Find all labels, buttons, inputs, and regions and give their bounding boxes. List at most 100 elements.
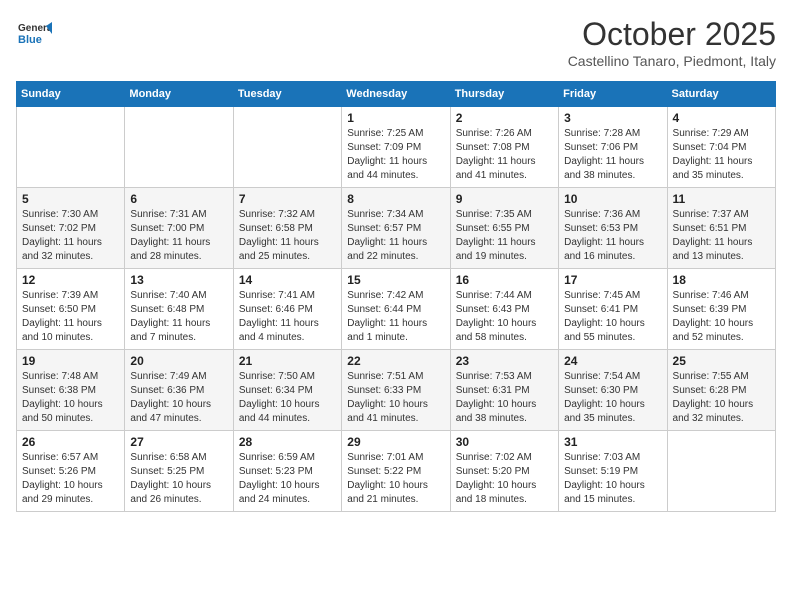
calendar-cell: 1Sunrise: 7:25 AMSunset: 7:09 PMDaylight…: [342, 107, 450, 188]
weekday-header-friday: Friday: [559, 82, 667, 107]
day-info: Sunrise: 7:46 AMSunset: 6:39 PMDaylight:…: [673, 289, 770, 345]
day-number: 29: [347, 435, 444, 449]
calendar-cell: 28 Sunrise: 6:59 AMSunset: 5:23 PMDayligh…: [233, 431, 341, 512]
day-info: Sunrise: 7:02 AMSunset: 5:20 PMDaylight:…: [456, 451, 553, 507]
day-info: Sunrise: 6:58 AMSunset: 5:25 PMDaylight:…: [130, 451, 227, 507]
day-info: Sunrise: 7:44 AMSunset: 6:43 PMDaylight:…: [456, 289, 553, 345]
day-number: 7: [239, 192, 336, 206]
day-number: 19: [22, 354, 119, 368]
calendar-cell: 30 Sunrise: 7:02 AMSunset: 5:20 PMDayligh…: [450, 431, 558, 512]
day-number: 13: [130, 273, 227, 287]
calendar-cell: 11 Sunrise: 7:37 AMSunset: 6:51 PMDayligh…: [667, 188, 775, 269]
day-number: 25: [673, 354, 770, 368]
calendar-cell: 8 Sunrise: 7:34 AMSunset: 6:57 PMDaylight…: [342, 188, 450, 269]
week-row-2: 5Sunrise: 7:30 AMSunset: 7:02 PMDaylight…: [17, 188, 776, 269]
day-number: 23: [456, 354, 553, 368]
day-info: Sunrise: 7:48 AMSunset: 6:38 PMDaylight:…: [22, 370, 119, 426]
calendar-cell: 4Sunrise: 7:29 AMSunset: 7:04 PMDaylight…: [667, 107, 775, 188]
calendar-cell: [233, 107, 341, 188]
title-area: October 2025 Castellino Tanaro, Piedmont…: [568, 16, 776, 69]
day-info: Sunrise: 6:59 AMSunset: 5:23 PMDaylight:…: [239, 451, 336, 507]
calendar-cell: 20 Sunrise: 7:49 AMSunset: 6:36 PMDayligh…: [125, 350, 233, 431]
calendar-cell: 12 Sunrise: 7:39 AMSunset: 6:50 PMDayligh…: [17, 269, 125, 350]
logo-svg: General Blue: [16, 16, 52, 52]
calendar-cell: 7 Sunrise: 7:32 AMSunset: 6:58 PMDaylight…: [233, 188, 341, 269]
calendar-cell: 26 Sunrise: 6:57 AMSunset: 5:26 PMDayligh…: [17, 431, 125, 512]
week-row-4: 19 Sunrise: 7:48 AMSunset: 6:38 PMDayligh…: [17, 350, 776, 431]
day-info: Sunrise: 7:37 AMSunset: 6:51 PMDaylight:…: [673, 208, 770, 264]
week-row-5: 26 Sunrise: 6:57 AMSunset: 5:26 PMDayligh…: [17, 431, 776, 512]
day-number: 6: [130, 192, 227, 206]
day-number: 11: [673, 192, 770, 206]
day-info: Sunrise: 7:49 AMSunset: 6:36 PMDaylight:…: [130, 370, 227, 426]
calendar-cell: 14Sunrise: 7:41 AMSunset: 6:46 PMDayligh…: [233, 269, 341, 350]
day-info: Sunrise: 7:35 AMSunset: 6:55 PMDaylight:…: [456, 208, 553, 264]
day-number: 16: [456, 273, 553, 287]
day-info: Sunrise: 7:03 AMSunset: 5:19 PMDaylight:…: [564, 451, 661, 507]
day-info: Sunrise: 7:32 AMSunset: 6:58 PMDaylight:…: [239, 208, 336, 264]
day-number: 28: [239, 435, 336, 449]
calendar-cell: 22Sunrise: 7:51 AMSunset: 6:33 PMDayligh…: [342, 350, 450, 431]
day-number: 24: [564, 354, 661, 368]
day-info: Sunrise: 7:30 AMSunset: 7:02 PMDaylight:…: [22, 208, 119, 264]
calendar-cell: 3Sunrise: 7:28 AMSunset: 7:06 PMDaylight…: [559, 107, 667, 188]
day-number: 9: [456, 192, 553, 206]
day-number: 31: [564, 435, 661, 449]
day-number: 15: [347, 273, 444, 287]
day-info: Sunrise: 7:50 AMSunset: 6:34 PMDaylight:…: [239, 370, 336, 426]
weekday-header-tuesday: Tuesday: [233, 82, 341, 107]
day-number: 27: [130, 435, 227, 449]
day-info: Sunrise: 7:40 AMSunset: 6:48 PMDaylight:…: [130, 289, 227, 345]
day-info: Sunrise: 7:26 AMSunset: 7:08 PMDaylight:…: [456, 127, 553, 183]
day-number: 30: [456, 435, 553, 449]
weekday-header-sunday: Sunday: [17, 82, 125, 107]
day-number: 4: [673, 111, 770, 125]
calendar-cell: 25Sunrise: 7:55 AMSunset: 6:28 PMDayligh…: [667, 350, 775, 431]
calendar-cell: 10Sunrise: 7:36 AMSunset: 6:53 PMDayligh…: [559, 188, 667, 269]
day-number: 10: [564, 192, 661, 206]
day-info: Sunrise: 7:53 AMSunset: 6:31 PMDaylight:…: [456, 370, 553, 426]
day-info: Sunrise: 7:34 AMSunset: 6:57 PMDaylight:…: [347, 208, 444, 264]
calendar-cell: 23 Sunrise: 7:53 AMSunset: 6:31 PMDayligh…: [450, 350, 558, 431]
day-number: 17: [564, 273, 661, 287]
day-info: Sunrise: 7:39 AMSunset: 6:50 PMDaylight:…: [22, 289, 119, 345]
calendar-cell: 19 Sunrise: 7:48 AMSunset: 6:38 PMDayligh…: [17, 350, 125, 431]
weekday-header-row: SundayMondayTuesdayWednesdayThursdayFrid…: [17, 82, 776, 107]
day-number: 2: [456, 111, 553, 125]
calendar-cell: 13 Sunrise: 7:40 AMSunset: 6:48 PMDayligh…: [125, 269, 233, 350]
day-info: Sunrise: 7:31 AMSunset: 7:00 PMDaylight:…: [130, 208, 227, 264]
calendar-cell: [17, 107, 125, 188]
calendar-table: SundayMondayTuesdayWednesdayThursdayFrid…: [16, 81, 776, 512]
weekday-header-wednesday: Wednesday: [342, 82, 450, 107]
calendar-cell: 29 Sunrise: 7:01 AMSunset: 5:22 PMDayligh…: [342, 431, 450, 512]
weekday-header-saturday: Saturday: [667, 82, 775, 107]
week-row-1: 1Sunrise: 7:25 AMSunset: 7:09 PMDaylight…: [17, 107, 776, 188]
calendar-cell: 27 Sunrise: 6:58 AMSunset: 5:25 PMDayligh…: [125, 431, 233, 512]
calendar-cell: 31 Sunrise: 7:03 AMSunset: 5:19 PMDayligh…: [559, 431, 667, 512]
calendar-cell: 21Sunrise: 7:50 AMSunset: 6:34 PMDayligh…: [233, 350, 341, 431]
day-number: 3: [564, 111, 661, 125]
day-number: 8: [347, 192, 444, 206]
day-number: 18: [673, 273, 770, 287]
day-number: 20: [130, 354, 227, 368]
header: General Blue October 2025 Castellino Tan…: [16, 16, 776, 69]
day-number: 22: [347, 354, 444, 368]
calendar-cell: [667, 431, 775, 512]
weekday-header-thursday: Thursday: [450, 82, 558, 107]
day-info: Sunrise: 7:42 AMSunset: 6:44 PMDaylight:…: [347, 289, 444, 345]
day-number: 12: [22, 273, 119, 287]
calendar-cell: 5Sunrise: 7:30 AMSunset: 7:02 PMDaylight…: [17, 188, 125, 269]
svg-text:General: General: [18, 23, 52, 34]
month-title: October 2025: [568, 16, 776, 53]
calendar-cell: 6 Sunrise: 7:31 AMSunset: 7:00 PMDaylight…: [125, 188, 233, 269]
day-info: Sunrise: 7:01 AMSunset: 5:22 PMDaylight:…: [347, 451, 444, 507]
calendar-cell: 18 Sunrise: 7:46 AMSunset: 6:39 PMDayligh…: [667, 269, 775, 350]
day-info: Sunrise: 6:57 AMSunset: 5:26 PMDaylight:…: [22, 451, 119, 507]
logo: General Blue: [16, 16, 52, 52]
calendar-cell: 9 Sunrise: 7:35 AMSunset: 6:55 PMDaylight…: [450, 188, 558, 269]
calendar-cell: 24Sunrise: 7:54 AMSunset: 6:30 PMDayligh…: [559, 350, 667, 431]
svg-text:Blue: Blue: [18, 34, 42, 46]
day-number: 1: [347, 111, 444, 125]
day-number: 26: [22, 435, 119, 449]
calendar-cell: 2 Sunrise: 7:26 AMSunset: 7:08 PMDaylight…: [450, 107, 558, 188]
